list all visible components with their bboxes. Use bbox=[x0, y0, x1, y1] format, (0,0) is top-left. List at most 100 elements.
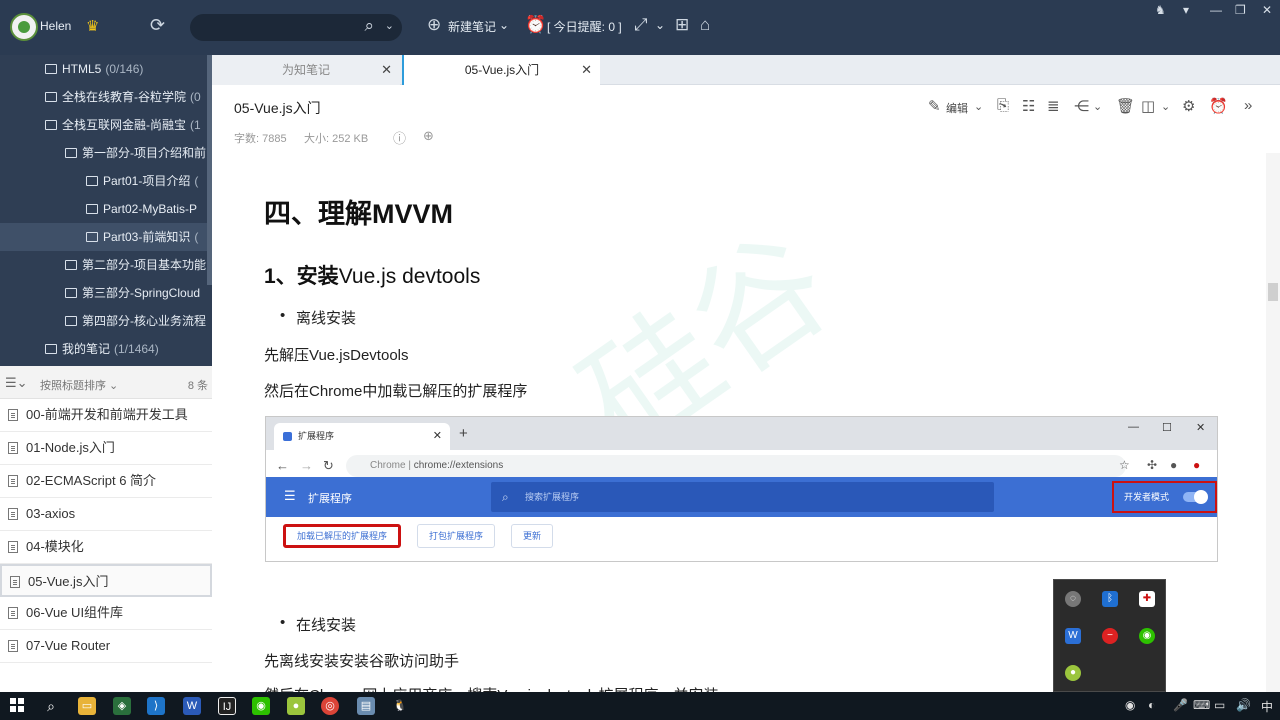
history-icon[interactable]: ≣ bbox=[1047, 97, 1060, 115]
tab-vue-intro[interactable]: 05-Vue.js入门 ✕ bbox=[402, 55, 600, 85]
edit-icon[interactable]: ✎ bbox=[928, 97, 941, 115]
list-item[interactable]: 00-前端开发和前端开发工具 bbox=[0, 399, 212, 432]
expand-icon[interactable]: ⤢ bbox=[634, 15, 648, 35]
tab-wiz-notes[interactable]: 为知笔记 ✕ bbox=[212, 55, 400, 85]
avatar[interactable] bbox=[10, 13, 38, 41]
add-circle-icon[interactable]: ⊕ bbox=[427, 15, 441, 35]
loading-icon[interactable]: ◌ bbox=[1065, 591, 1081, 607]
app-tray-icon[interactable]: ◐ bbox=[1148, 698, 1155, 712]
tree-item[interactable]: Part01-项目介绍( bbox=[0, 167, 212, 195]
word-count: 字数: 7885 bbox=[234, 133, 287, 145]
browser-tab: 扩展程序 ✕ bbox=[274, 423, 450, 450]
scrollbar-thumb[interactable] bbox=[1268, 283, 1278, 301]
skin-icon[interactable]: ♞ bbox=[1155, 3, 1166, 17]
qq-icon[interactable]: 🐧 bbox=[391, 697, 409, 715]
notes-icon[interactable]: ▤ bbox=[357, 697, 375, 715]
security-icon[interactable]: ✚ bbox=[1139, 591, 1155, 607]
new-note-button[interactable]: 新建笔记 bbox=[448, 18, 496, 35]
more-icon[interactable]: » bbox=[1244, 97, 1252, 114]
list-item[interactable]: 07-Vue Router bbox=[0, 630, 212, 663]
search-input[interactable]: ⌕ ⌄ bbox=[190, 14, 402, 41]
search-icon[interactable]: ⌕ bbox=[364, 16, 374, 36]
vscode-icon[interactable]: ⟩ bbox=[147, 697, 165, 715]
delete-icon[interactable]: 🗑 bbox=[1116, 97, 1135, 115]
add-icon[interactable]: ⊕ bbox=[423, 128, 434, 144]
attachment-icon[interactable]: ⎘ bbox=[997, 97, 1009, 114]
ime-indicator[interactable]: 中 bbox=[1261, 698, 1273, 715]
share-icon[interactable]: ⋲ bbox=[1074, 97, 1089, 115]
list-item[interactable]: 04-模块化 bbox=[0, 531, 212, 564]
list-item[interactable]: 02-ECMAScript 6 简介 bbox=[0, 465, 212, 498]
keyboard-icon[interactable]: ⌨ bbox=[1193, 698, 1210, 712]
close-tab-icon[interactable]: ✕ bbox=[381, 55, 392, 85]
list-item[interactable]: 01-Node.js入门 bbox=[0, 432, 212, 465]
tree-item[interactable]: 我的笔记 (1/1464) bbox=[0, 335, 212, 363]
top-toolbar: Helen ♛ ⟳ ⌕ ⌄ ⊕ 新建笔记 ⌄ ⏰ [ 今日提醒: 0 ] ⤢ ⌄… bbox=[0, 0, 1280, 55]
chevron-down-icon[interactable]: ⌄ bbox=[1161, 100, 1170, 113]
chrome-icon[interactable]: ◎ bbox=[321, 697, 339, 715]
grid-icon[interactable]: ⊞ bbox=[675, 15, 689, 35]
tree-item[interactable]: 全栈在线教育-谷粒学院 (0 bbox=[0, 83, 212, 111]
idea-icon[interactable]: IJ bbox=[218, 697, 236, 715]
wechat-icon[interactable]: ◉ bbox=[1139, 628, 1155, 644]
chevron-down-icon[interactable]: ⌄ bbox=[974, 100, 983, 113]
tag-icon[interactable]: ⚙ bbox=[1182, 97, 1195, 115]
app-icon[interactable]: ● bbox=[1065, 665, 1081, 681]
word-icon[interactable]: W bbox=[183, 697, 201, 715]
list-icon[interactable]: ☰⌄ bbox=[5, 375, 28, 391]
word-icon[interactable]: W bbox=[1065, 628, 1081, 644]
wechat-icon[interactable]: ◉ bbox=[252, 697, 270, 715]
chevron-down-icon[interactable]: ⌄ bbox=[385, 19, 394, 32]
tree-item[interactable]: 全栈互联网金融-尚融宝 (1 bbox=[0, 111, 212, 139]
star-icon: ☆ bbox=[1119, 458, 1130, 472]
sort-dropdown[interactable]: 按照标题排序 ⌄ bbox=[40, 377, 118, 393]
microphone-icon[interactable]: 🎤 bbox=[1173, 698, 1188, 712]
folder-icon bbox=[45, 344, 57, 354]
list-item[interactable]: 03-axios bbox=[0, 498, 212, 531]
note-title[interactable]: 05-Vue.js入门 bbox=[234, 98, 321, 118]
bluetooth-icon[interactable]: ᛒ bbox=[1102, 591, 1118, 607]
close-icon[interactable]: ✕ bbox=[1262, 3, 1272, 17]
pack-extension-button: 打包扩展程序 bbox=[417, 524, 496, 548]
folder-tree: HTML5 (0/146) 全栈在线教育-谷粒学院 (0 全栈互联网金融-尚融宝 (1… bbox=[0, 55, 212, 366]
tree-item[interactable]: 第二部分-项目基本功能 bbox=[0, 251, 212, 279]
search-icon[interactable]: ⌕ bbox=[42, 697, 60, 715]
tree-item-selected[interactable]: Part03-前端知识( bbox=[0, 223, 212, 251]
folder-icon bbox=[86, 176, 98, 186]
alarm-icon[interactable]: ⏰ bbox=[525, 15, 546, 35]
tree-item[interactable]: 第三部分-SpringCloud bbox=[0, 279, 212, 307]
file-explorer-icon[interactable]: ▭ bbox=[78, 697, 96, 715]
username[interactable]: Helen bbox=[40, 19, 71, 33]
sync-icon[interactable]: ⟳ bbox=[150, 15, 165, 36]
comment-icon[interactable]: ☷ bbox=[1022, 97, 1035, 115]
edit-button[interactable]: 编辑 bbox=[946, 100, 968, 116]
tree-item[interactable]: Part02-MyBatis-P bbox=[0, 195, 212, 223]
chevron-down-icon[interactable]: ⌄ bbox=[655, 18, 665, 32]
windows-start-icon[interactable] bbox=[10, 698, 24, 712]
restore-icon[interactable]: ❐ bbox=[1235, 3, 1246, 17]
block-icon[interactable]: − bbox=[1102, 628, 1118, 644]
tree-item[interactable]: 第一部分-项目介绍和前 bbox=[0, 139, 212, 167]
list-item-selected[interactable]: 05-Vue.js入门 bbox=[0, 564, 212, 597]
crown-icon[interactable]: ♛ bbox=[86, 17, 99, 35]
chevron-down-icon[interactable]: ⌄ bbox=[499, 18, 509, 32]
home-icon[interactable]: ⌂ bbox=[700, 15, 710, 35]
reminder-label[interactable]: [ 今日提醒: 0 ] bbox=[547, 18, 622, 35]
app-icon[interactable]: ◈ bbox=[113, 697, 131, 715]
chevron-down-icon[interactable]: ⌄ bbox=[1093, 100, 1102, 113]
tree-item[interactable]: 第四部分-核心业务流程 bbox=[0, 307, 212, 335]
embedded-screenshot: 扩展程序 ✕ + — ☐ ✕ ← → ↻ Chrome | chrome://ex… bbox=[265, 416, 1218, 562]
close-tab-icon[interactable]: ✕ bbox=[581, 55, 592, 85]
qq-tray-icon[interactable]: ◉ bbox=[1125, 698, 1135, 712]
alarm-icon[interactable]: ⏰ bbox=[1209, 97, 1228, 115]
minimize-icon[interactable]: — bbox=[1210, 3, 1222, 17]
app-icon[interactable]: ● bbox=[287, 697, 305, 715]
tree-item[interactable]: HTML5 (0/146) bbox=[0, 55, 212, 83]
menu-icon[interactable]: ▾ bbox=[1183, 3, 1189, 17]
list-item[interactable]: 06-Vue UI组件库 bbox=[0, 597, 212, 630]
reading-mode-icon[interactable]: ◫ bbox=[1141, 97, 1155, 115]
volume-icon[interactable]: 🔊 bbox=[1236, 698, 1251, 712]
network-icon[interactable]: ▭ bbox=[1214, 698, 1225, 712]
content-scrollbar[interactable] bbox=[1266, 153, 1280, 692]
info-icon[interactable]: ⓘ bbox=[393, 128, 406, 147]
